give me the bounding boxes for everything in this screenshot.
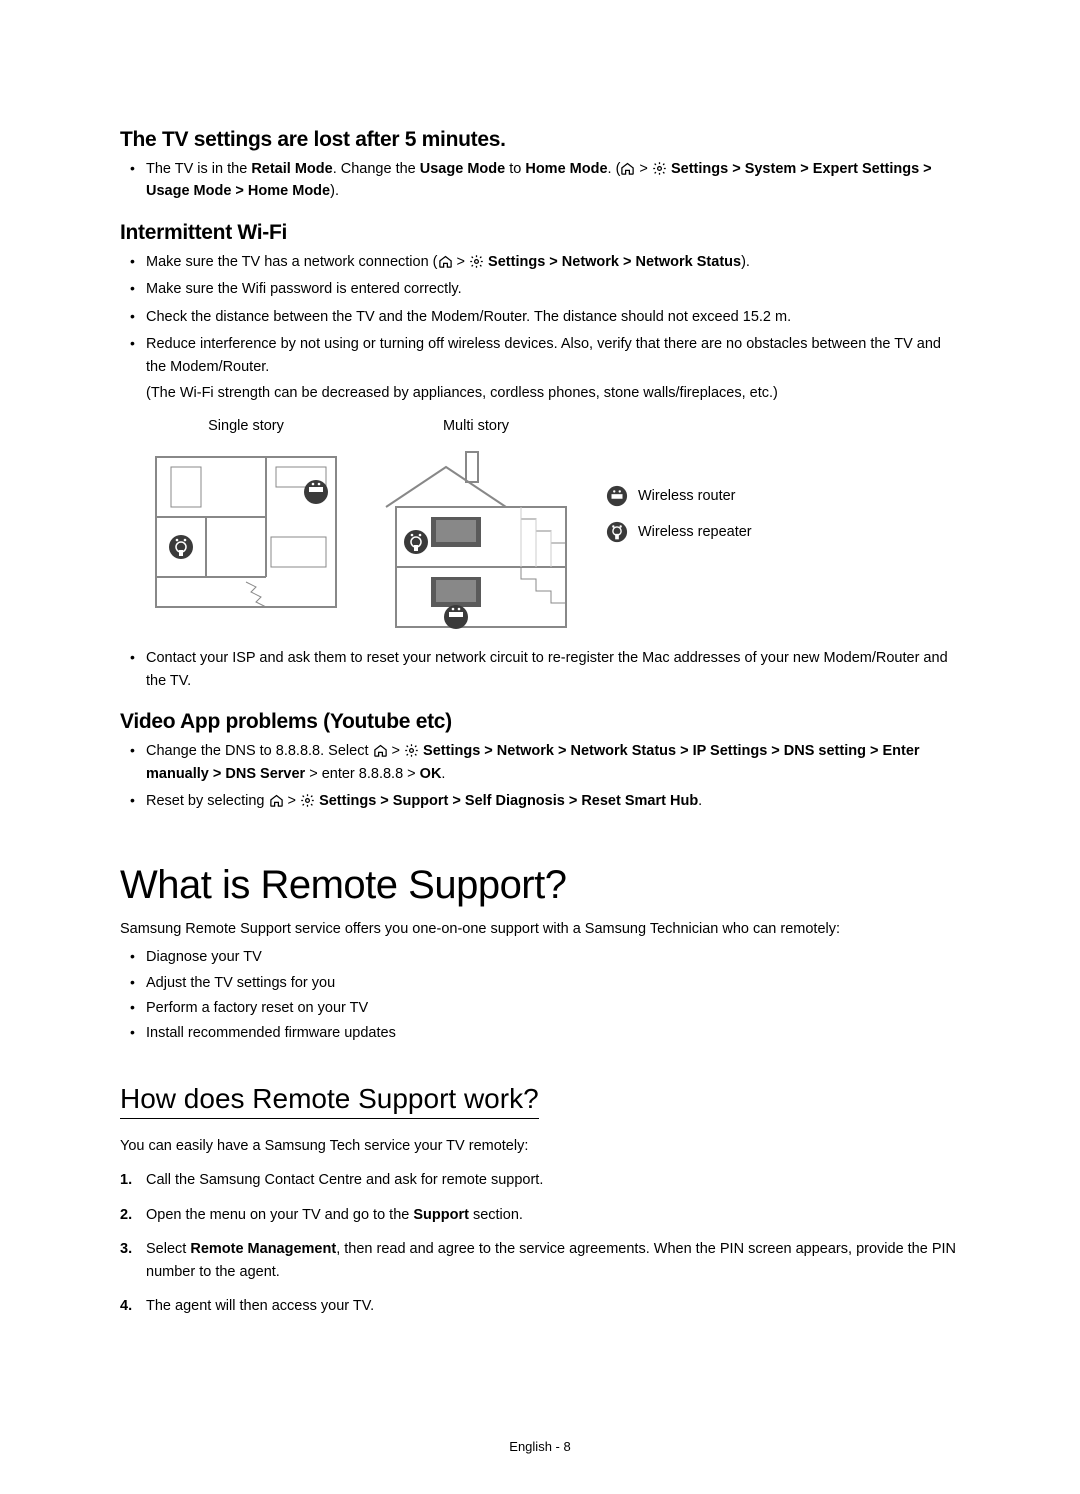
page-footer: English - 8 — [0, 1439, 1080, 1454]
text-bold: OK — [420, 766, 442, 782]
text: Make sure the TV has a network connectio… — [146, 254, 438, 270]
diagram-single-story: Single story — [146, 415, 346, 617]
multi-story-house-icon — [376, 447, 576, 637]
how-remote-intro: You can easily have a Samsung Tech servi… — [120, 1135, 960, 1157]
list-item: Adjust the TV settings for you — [120, 972, 960, 994]
remote-support-intro: Samsung Remote Support service offers yo… — [120, 918, 960, 940]
text: section. — [469, 1207, 523, 1223]
gear-icon — [300, 793, 315, 808]
text: > — [284, 793, 301, 809]
gear-icon — [652, 161, 667, 176]
text: . Change the — [333, 161, 420, 177]
list-item: Make sure the TV has a network connectio… — [120, 251, 960, 273]
text: Change the DNS to 8.8.8.8. Select — [146, 743, 373, 759]
gear-icon — [469, 254, 484, 269]
text: > — [635, 161, 652, 177]
text: to — [505, 161, 525, 177]
page: The TV settings are lost after 5 minutes… — [0, 0, 1080, 1494]
gear-icon — [404, 743, 419, 758]
text: Open the menu on your TV and go to the — [146, 1207, 413, 1223]
list-tv-settings: The TV is in the Retail Mode. Change the… — [120, 158, 960, 203]
home-icon — [373, 743, 388, 758]
text-bold-path: Settings > Network > Network Status — [484, 254, 741, 270]
text: ). — [330, 183, 339, 199]
diagram-multi-story: Multi story — [376, 415, 576, 637]
text-bold: Home Mode — [525, 161, 607, 177]
home-icon — [269, 793, 284, 808]
list-item: Diagnose your TV — [120, 946, 960, 968]
list-item: Make sure the Wifi password is entered c… — [120, 278, 960, 300]
list-item: Install recommended firmware updates — [120, 1022, 960, 1044]
text-bold: Usage Mode — [420, 161, 505, 177]
diagram-legend: Wireless router Wireless repeater — [606, 485, 752, 544]
repeater-icon — [606, 521, 628, 543]
home-icon — [438, 254, 453, 269]
router-icon — [606, 485, 628, 507]
text-bold: Remote Management — [190, 1241, 336, 1257]
diagram-label-multi: Multi story — [443, 415, 509, 437]
list-item: Change the DNS to 8.8.8.8. Select > Sett… — [120, 740, 960, 785]
legend-router-label: Wireless router — [638, 485, 736, 507]
list-wifi: Make sure the TV has a network connectio… — [120, 251, 960, 692]
heading-how-remote-support: How does Remote Support work? — [120, 1083, 539, 1119]
step-item: Select Remote Management, then read and … — [120, 1238, 960, 1283]
list-video-app: Change the DNS to 8.8.8.8. Select > Sett… — [120, 740, 960, 812]
list-item: Reduce interference by not using or turn… — [120, 333, 960, 637]
legend-repeater-label: Wireless repeater — [638, 521, 752, 543]
text-bold: Retail Mode — [251, 161, 332, 177]
list-item: Check the distance between the TV and th… — [120, 306, 960, 328]
text-bold: Support — [413, 1207, 469, 1223]
text: Reduce interference by not using or turn… — [146, 336, 941, 374]
heading-tv-settings-lost: The TV settings are lost after 5 minutes… — [120, 128, 960, 152]
text: > enter 8.8.8.8 > — [305, 766, 419, 782]
step-item: Open the menu on your TV and go to the S… — [120, 1204, 960, 1226]
home-icon — [620, 161, 635, 176]
list-remote-support: Diagnose your TV Adjust the TV settings … — [120, 946, 960, 1045]
text: . ( — [608, 161, 621, 177]
heading-intermittent-wifi: Intermittent Wi-Fi — [120, 221, 960, 245]
single-story-floorplan-icon — [146, 447, 346, 617]
diagram-row: Single story — [146, 415, 960, 637]
text: Select — [146, 1241, 190, 1257]
text: . — [441, 766, 445, 782]
legend-router: Wireless router — [606, 485, 752, 507]
text: . — [698, 793, 702, 809]
diagram-label-single: Single story — [208, 415, 284, 437]
text-sub: (The Wi-Fi strength can be decreased by … — [146, 382, 960, 404]
steps-remote-support: Call the Samsung Contact Centre and ask … — [120, 1169, 960, 1317]
list-item: Contact your ISP and ask them to reset y… — [120, 647, 960, 692]
text: Reset by selecting — [146, 793, 269, 809]
text: ). — [741, 254, 750, 270]
heading-video-app: Video App problems (Youtube etc) — [120, 710, 960, 734]
list-item: Perform a factory reset on your TV — [120, 997, 960, 1019]
list-item: The TV is in the Retail Mode. Change the… — [120, 158, 960, 203]
step-item: The agent will then access your TV. — [120, 1295, 960, 1317]
step-item: Call the Samsung Contact Centre and ask … — [120, 1169, 960, 1191]
heading-remote-support: What is Remote Support? — [120, 863, 960, 908]
text-bold-path: Settings > Support > Self Diagnosis > Re… — [315, 793, 698, 809]
legend-repeater: Wireless repeater — [606, 521, 752, 543]
text: > — [453, 254, 470, 270]
text: The TV is in the — [146, 161, 251, 177]
list-item: Reset by selecting > Settings > Support … — [120, 790, 960, 812]
text: > — [388, 743, 405, 759]
